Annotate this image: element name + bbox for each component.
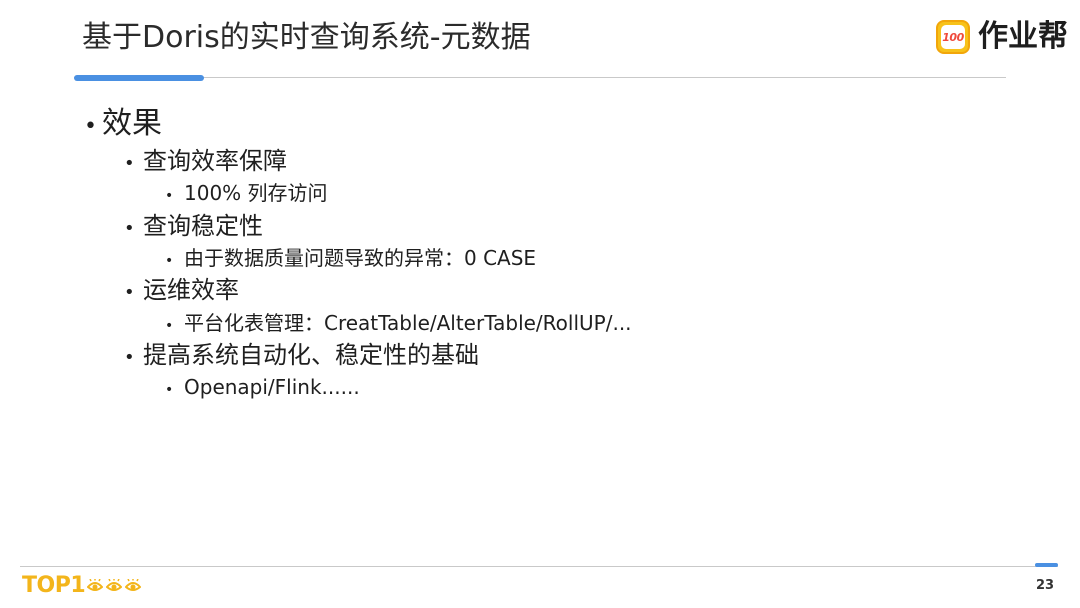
bullet-level3-data-quality: • 由于数据质量问题导致的异常：0 CASE (165, 244, 536, 275)
bullet-level1-effect: • 效果 (84, 104, 162, 147)
bullet-level3-table-management: • 平台化表管理：CreatTable/AlterTable/RollUP/..… (165, 309, 632, 340)
bullet-dot: • (84, 114, 97, 139)
bullet-text: 由于数据质量问题导致的异常：0 CASE (184, 246, 537, 270)
eye-icon (125, 579, 142, 593)
eye-icon (106, 579, 123, 593)
bullet-text: 运维效率 (143, 276, 239, 304)
bullet-text: 查询稳定性 (143, 212, 263, 240)
bullet-dot: • (124, 282, 135, 303)
bullet-level3-column-access: • 100% 列存访问 (165, 179, 328, 210)
header-accent-bar (74, 75, 204, 81)
bullet-text: 查询效率保障 (143, 147, 287, 175)
bullet-text: 平台化表管理：CreatTable/AlterTable/RollUP/... (184, 311, 632, 335)
brand-badge-icon: 100 (936, 20, 970, 54)
footer-divider (20, 566, 1058, 567)
bullet-level3-openapi: • Openapi/Flink...... (165, 373, 360, 404)
header-divider (74, 77, 1006, 78)
bullet-text: 100% 列存访问 (184, 181, 328, 205)
slide-title: 基于Doris的实时查询系统-元数据 (82, 20, 531, 55)
footer-accent-bar (1035, 563, 1058, 567)
bullet-level2-query-efficiency: • 查询效率保障 (124, 145, 287, 180)
eye-icon (87, 579, 104, 593)
bullet-level2-query-stability: • 查询稳定性 (124, 210, 263, 245)
bullet-level2-automation: • 提高系统自动化、稳定性的基础 (124, 339, 479, 374)
bullet-dot: • (124, 347, 135, 368)
bullet-dot: • (165, 188, 174, 204)
page-number: 23 (1035, 578, 1055, 593)
footer-logo-text: TOP1 (22, 573, 86, 598)
bullet-dot: • (124, 153, 135, 174)
bullet-text: Openapi/Flink...... (184, 375, 360, 399)
bullet-dot: • (165, 382, 174, 398)
brand-badge-text: 100 (941, 25, 965, 49)
brand-logo: 100 作业帮 (936, 17, 1068, 57)
bullet-level2-ops-efficiency: • 运维效率 (124, 274, 239, 309)
bullet-dot: • (165, 253, 174, 269)
bullet-dot: • (124, 218, 135, 239)
brand-name: 作业帮 (978, 19, 1068, 54)
bullet-dot: • (165, 318, 174, 334)
bullet-text: 提高系统自动化、稳定性的基础 (143, 341, 479, 369)
bullet-text: 效果 (102, 106, 162, 141)
footer-logo: TOP1 (22, 572, 144, 600)
footer-logo-eyes-icon (87, 579, 144, 593)
